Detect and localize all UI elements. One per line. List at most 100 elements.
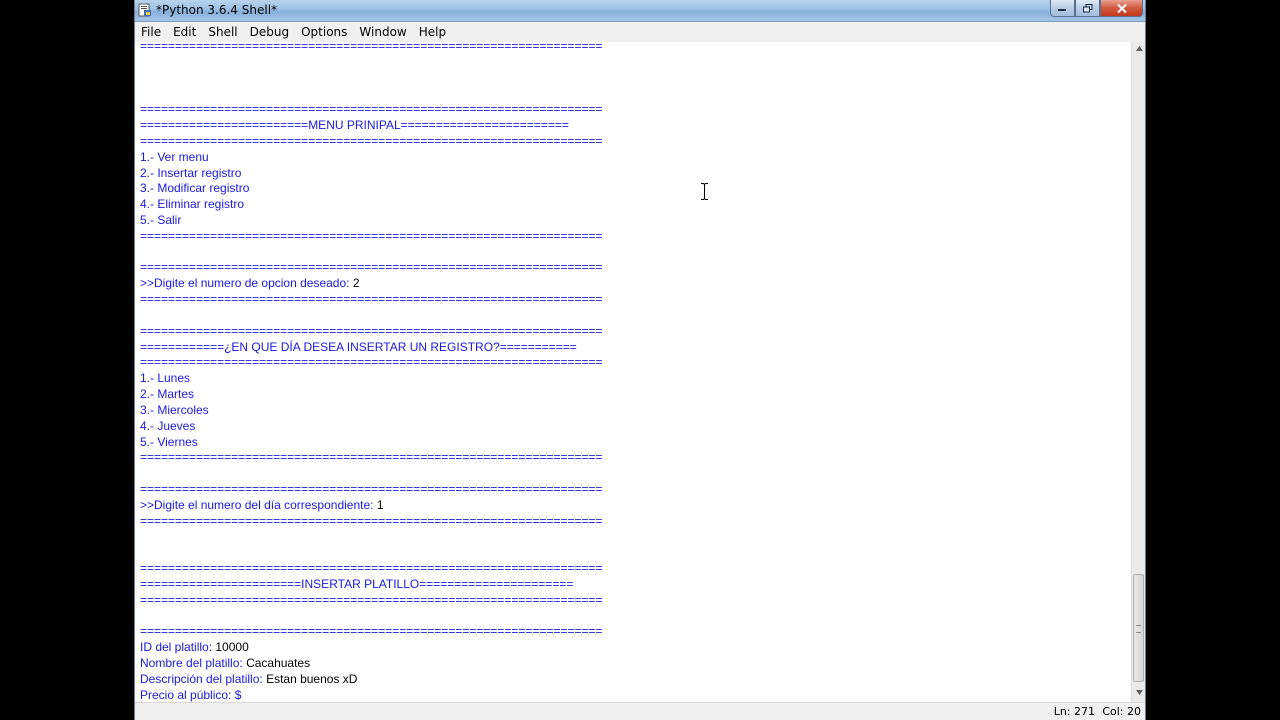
shell-line: 1.- Lunes	[140, 370, 190, 386]
shell-output-text: Nombre del platillo:	[140, 655, 247, 670]
shell-output-text: ========================MENU PRINIPAL===…	[140, 118, 569, 133]
shell-output-text: 4.- Jueves	[140, 418, 196, 433]
shell-output-text: ========================================…	[140, 450, 603, 465]
shell-line: ========================================…	[140, 42, 603, 54]
shell-user-input: 1	[376, 497, 384, 512]
shell-user-input: Estan buenos xD	[266, 671, 358, 686]
shell-output-text: ========================================…	[140, 102, 603, 117]
shell-line: ========================================…	[140, 323, 603, 339]
shell-output-text: ========================================…	[140, 42, 603, 53]
shell-line: 5.- Viernes	[140, 434, 198, 450]
python-shell-icon	[138, 3, 151, 17]
shell-line: ========================================…	[140, 259, 603, 275]
restore-icon	[1082, 3, 1092, 12]
menu-bar: File Edit Shell Debug Options Window Hel…	[135, 22, 1145, 41]
shell-line: ========================================…	[140, 101, 603, 117]
menu-help[interactable]: Help	[414, 25, 451, 39]
maximize-button[interactable]	[1075, 0, 1100, 17]
scroll-thumb[interactable]	[1133, 574, 1144, 682]
shell-line: 2.- Insertar registro	[140, 165, 241, 181]
shell-line: 3.- Miercoles	[140, 402, 209, 418]
status-column-number: Col: 20	[1102, 705, 1141, 718]
shell-output-text: 2.- Martes	[140, 387, 195, 402]
scroll-up-arrow-icon	[1135, 46, 1143, 51]
shell-line: ========================================…	[140, 560, 603, 576]
shell-output-text: 4.- Eliminar registro	[140, 197, 245, 212]
shell-line: ========================================…	[140, 133, 603, 149]
caption-buttons	[1050, 0, 1143, 18]
vertical-scrollbar[interactable]	[1131, 42, 1145, 702]
shell-line: =======================INSERTAR PLATILLO…	[140, 576, 573, 592]
python-shell-window: *Python 3.6.4 Shell* File Edit Shell Deb…	[134, 0, 1146, 720]
shell-line: ========================================…	[140, 623, 603, 639]
shell-output-text: >>Digite el numero de opcion deseado:	[140, 276, 353, 291]
shell-line: ========================================…	[140, 449, 603, 465]
text-ibeam-cursor-icon	[701, 183, 708, 200]
menu-options[interactable]: Options	[296, 25, 352, 39]
shell-line: ID del platillo: 10000	[140, 639, 249, 655]
shell-line: 4.- Eliminar registro	[140, 196, 244, 212]
shell-line: 2.- Martes	[140, 386, 194, 402]
shell-output-text: ========================================…	[140, 355, 603, 370]
shell-output-text: ========================================…	[140, 624, 603, 639]
shell-output-text: ========================================…	[140, 292, 603, 307]
shell-output-text: Descripción del platillo:	[140, 671, 267, 686]
shell-output-text: 1.- Lunes	[140, 371, 191, 386]
menu-file[interactable]: File	[136, 25, 166, 39]
shell-output-text: ========================================…	[140, 513, 603, 528]
shell-line: ========================================…	[140, 481, 603, 497]
shell-output-text: 3.- Miercoles	[140, 402, 209, 417]
shell-output-text: 2.- Insertar registro	[140, 165, 242, 180]
shell-line: ========================MENU PRINIPAL===…	[140, 117, 569, 133]
shell-output-text: 5.- Salir	[140, 213, 182, 228]
shell-output-text: 1.- Ver menu	[140, 149, 209, 164]
scroll-grip-icon	[1136, 625, 1141, 633]
shell-line: 4.- Jueves	[140, 418, 195, 434]
scroll-up-button[interactable]	[1132, 42, 1145, 56]
shell-line: ============¿EN QUE DÍA DESEA INSERTAR U…	[140, 339, 577, 355]
shell-output-text: ========================================…	[140, 481, 603, 496]
menu-shell[interactable]: Shell	[203, 25, 242, 39]
shell-output-text: >>Digite el numero del día correspondien…	[140, 497, 377, 512]
menu-edit[interactable]: Edit	[168, 25, 201, 39]
shell-output-text: ============¿EN QUE DÍA DESEA INSERTAR U…	[140, 339, 577, 354]
shell-output-text: Precio al público: $	[140, 687, 242, 702]
close-icon	[1116, 3, 1127, 13]
menu-window[interactable]: Window	[354, 25, 411, 39]
shell-output-text: ========================================…	[140, 323, 603, 338]
shell-text-area[interactable]: ========================================…	[135, 42, 1131, 702]
shell-output-text: 5.- Viernes	[140, 434, 198, 449]
shell-user-input: Cacahuates	[246, 655, 311, 670]
shell-line: 5.- Salir	[140, 212, 181, 228]
title-bar[interactable]: *Python 3.6.4 Shell*	[135, 0, 1145, 22]
minimize-button[interactable]	[1050, 0, 1075, 17]
shell-line: ========================================…	[140, 513, 603, 529]
shell-line: >>Digite el numero del día correspondien…	[140, 497, 384, 513]
shell-output-text: ========================================…	[140, 260, 603, 275]
shell-line: 3.- Modificar registro	[140, 180, 249, 196]
shell-line: ========================================…	[140, 291, 603, 307]
close-button[interactable]	[1100, 0, 1143, 17]
shell-output-text: ID del platillo:	[140, 640, 216, 655]
shell-line: ========================================…	[140, 354, 603, 370]
scroll-down-arrow-icon	[1135, 690, 1143, 695]
shell-output-text: 3.- Modificar registro	[140, 181, 250, 196]
status-line-number: Ln: 271	[1053, 705, 1095, 718]
window-title: *Python 3.6.4 Shell*	[156, 3, 278, 17]
shell-line: 1.- Ver menu	[140, 149, 209, 165]
shell-line: Precio al público: $	[140, 687, 241, 702]
shell-output-text: ========================================…	[140, 133, 603, 148]
shell-output-text: ========================================…	[140, 592, 603, 607]
shell-user-input: 2	[352, 276, 360, 291]
shell-line: ========================================…	[140, 592, 603, 608]
shell-line: Nombre del platillo: Cacahuates	[140, 655, 310, 671]
shell-output-text: ========================================…	[140, 561, 603, 576]
shell-output-text: =======================INSERTAR PLATILLO…	[140, 576, 574, 591]
shell-line: >>Digite el numero de opcion deseado: 2	[140, 275, 360, 291]
status-bar: Ln: 271 Col: 20	[135, 702, 1145, 720]
menu-debug[interactable]: Debug	[245, 25, 294, 39]
shell-line: Descripción del platillo: Estan buenos x…	[140, 671, 357, 687]
minimize-icon	[1058, 9, 1066, 11]
shell-output-text: ========================================…	[140, 228, 603, 243]
scroll-down-button[interactable]	[1132, 686, 1145, 700]
